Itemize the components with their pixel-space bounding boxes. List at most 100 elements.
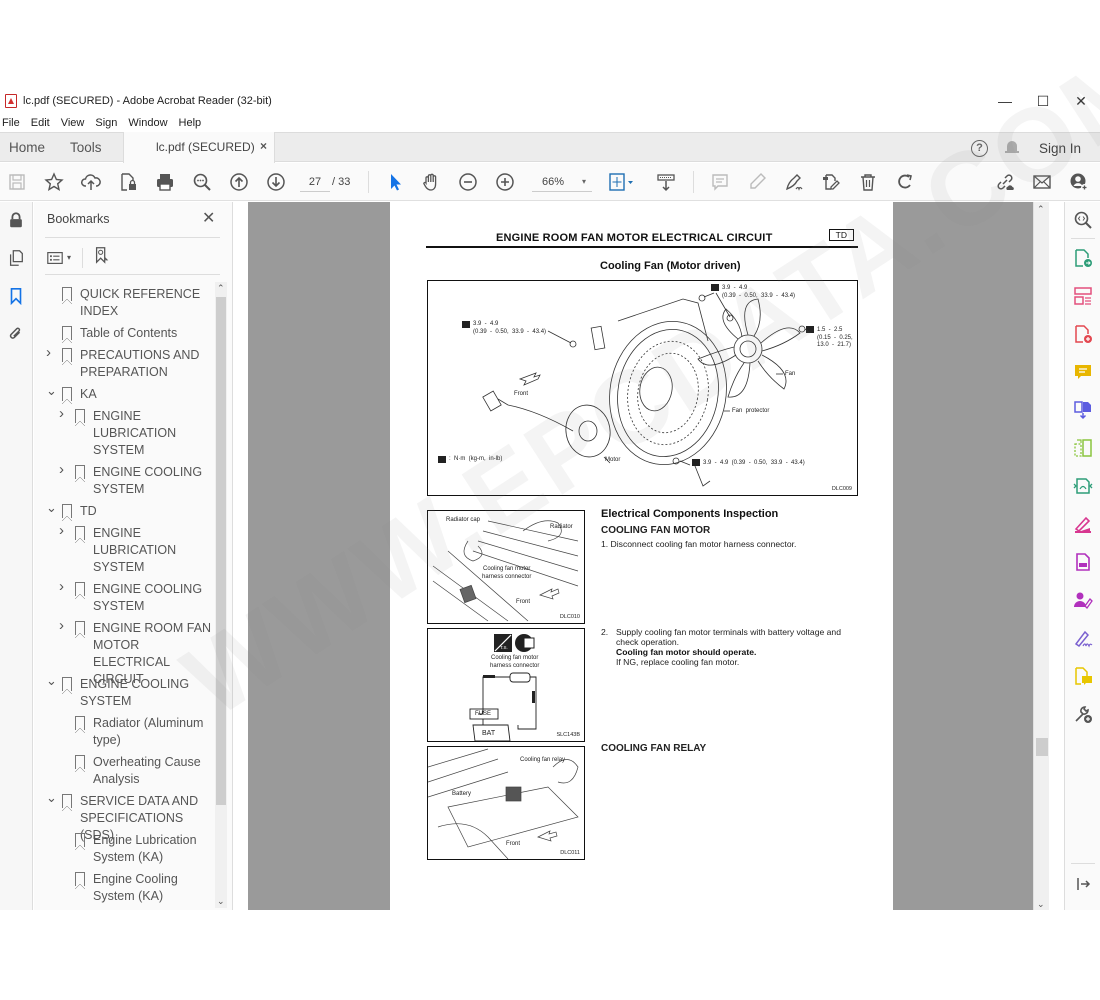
bookmark-item[interactable]: Overheating Cause Analysis bbox=[34, 754, 214, 788]
save-icon[interactable] bbox=[6, 171, 28, 193]
comment-tool-icon[interactable] bbox=[1073, 362, 1093, 382]
fit-page-icon[interactable] bbox=[607, 171, 637, 193]
scroll-down-icon[interactable]: ⌄ bbox=[1037, 899, 1045, 910]
pages-icon[interactable] bbox=[6, 248, 26, 268]
scroll-up-icon[interactable]: ⌃ bbox=[1037, 204, 1045, 215]
menu-sign[interactable]: Sign bbox=[93, 117, 122, 129]
chevron-right-icon[interactable]: › bbox=[59, 405, 69, 422]
document-scrollbar[interactable]: ⌃ ⌄ bbox=[1033, 202, 1049, 910]
certificates-icon[interactable] bbox=[1073, 628, 1093, 648]
bookmark-item[interactable]: ⌄ ENGINE COOLING SYSTEM bbox=[34, 673, 214, 710]
chevron-down-icon[interactable]: ⌄ bbox=[46, 382, 57, 399]
email-icon[interactable] bbox=[1031, 171, 1053, 193]
collapse-pane-icon[interactable] bbox=[1073, 874, 1093, 894]
zoom-in-icon[interactable] bbox=[494, 171, 516, 193]
lock-icon[interactable] bbox=[6, 210, 26, 230]
highlight-icon[interactable] bbox=[746, 171, 768, 193]
hand-icon[interactable] bbox=[420, 171, 442, 193]
combine-files-icon[interactable] bbox=[1073, 400, 1093, 420]
tab-home[interactable]: Home bbox=[9, 133, 45, 163]
delete-icon[interactable] bbox=[857, 171, 879, 193]
bookmark-star-icon[interactable] bbox=[43, 171, 65, 193]
edit-pdf-icon[interactable] bbox=[820, 171, 842, 193]
page-down-icon[interactable] bbox=[265, 171, 287, 193]
request-signature-icon[interactable] bbox=[1073, 590, 1093, 610]
add-user-icon[interactable] bbox=[1068, 171, 1090, 193]
bookmark-item[interactable]: › ENGINE ROOM FAN MOTOR ELECTRICAL CIRCUIT bbox=[34, 617, 214, 686]
chevron-right-icon[interactable]: › bbox=[46, 344, 56, 361]
page-number-input[interactable]: 27 bbox=[300, 172, 330, 192]
menu-help[interactable]: Help bbox=[177, 117, 207, 129]
scrollbar-thumb[interactable] bbox=[216, 297, 226, 805]
bookmark-item[interactable]: › ENGINE LUBRICATION SYSTEM bbox=[34, 405, 214, 459]
close-panel-icon[interactable]: ✕ bbox=[202, 208, 215, 228]
bookmark-item[interactable]: ⌄ SERVICE DATA AND SPECIFICATIONS (SDS) bbox=[34, 790, 214, 842]
send-comments-icon[interactable] bbox=[1073, 666, 1093, 686]
protect-file-icon[interactable] bbox=[117, 171, 139, 193]
bookmark-item[interactable]: › PRECAUTIONS AND PREPARATION bbox=[34, 344, 214, 381]
create-pdf-icon[interactable] bbox=[1073, 324, 1093, 344]
maximize-button[interactable]: ☐ bbox=[1024, 88, 1062, 114]
compress-icon[interactable] bbox=[1073, 438, 1093, 458]
print-icon[interactable] bbox=[154, 171, 176, 193]
bookmarks-icon[interactable] bbox=[6, 286, 26, 306]
minimize-button[interactable]: — bbox=[986, 88, 1024, 114]
bookmark-item[interactable]: › ENGINE COOLING SYSTEM bbox=[34, 461, 214, 498]
upload-cloud-icon[interactable] bbox=[80, 171, 102, 193]
chevron-right-icon[interactable]: › bbox=[59, 617, 69, 634]
document-viewport[interactable]: ENGINE ROOM FAN MOTOR ELECTRICAL CIRCUIT… bbox=[248, 202, 1033, 910]
menu-window[interactable]: Window bbox=[126, 117, 172, 129]
front-label: Front bbox=[516, 599, 531, 605]
bookmark-item[interactable]: QUICK REFERENCE INDEX bbox=[34, 286, 214, 320]
page-up-icon[interactable] bbox=[228, 171, 250, 193]
chevron-right-icon[interactable]: › bbox=[59, 522, 69, 539]
find-icon[interactable] bbox=[191, 171, 213, 193]
comment-icon[interactable] bbox=[709, 171, 731, 193]
notifications-bell-icon[interactable] bbox=[1004, 140, 1019, 156]
bookmark-item[interactable]: Radiator (Aluminum type) bbox=[34, 715, 214, 749]
scrollbar-thumb[interactable] bbox=[1036, 738, 1048, 756]
organize-pages-icon[interactable] bbox=[1073, 286, 1093, 306]
bookmark-item[interactable]: Engine Lubrication System (KA) bbox=[34, 832, 214, 866]
scroll-down-icon[interactable]: ⌄ bbox=[217, 896, 225, 907]
bookmark-item[interactable]: Table of Contents bbox=[34, 325, 214, 343]
sign-icon[interactable] bbox=[783, 171, 805, 193]
share-link-icon[interactable] bbox=[994, 171, 1016, 193]
tab-tools[interactable]: Tools bbox=[70, 133, 102, 163]
chevron-right-icon[interactable]: › bbox=[59, 578, 69, 595]
menu-file[interactable]: File bbox=[0, 117, 25, 129]
bookmark-item[interactable]: › ENGINE COOLING SYSTEM bbox=[34, 578, 214, 615]
scan-ocr-icon[interactable] bbox=[1073, 476, 1093, 496]
bookmark-icon bbox=[74, 621, 85, 638]
scroll-mode-icon[interactable] bbox=[655, 171, 677, 193]
menu-edit[interactable]: Edit bbox=[29, 117, 55, 129]
bookmarks-scrollbar[interactable]: ⌃ ⌄ bbox=[215, 282, 227, 908]
chevron-down-icon[interactable]: ⌄ bbox=[46, 499, 57, 516]
bookmark-item[interactable]: Engine Cooling System (KA) bbox=[34, 871, 214, 905]
bookmark-search-button[interactable] bbox=[93, 246, 111, 269]
chevron-down-icon[interactable]: ⌄ bbox=[46, 672, 57, 689]
bookmark-options-button[interactable]: ▾ bbox=[46, 249, 71, 267]
fill-sign-icon[interactable] bbox=[1073, 514, 1093, 534]
chevron-down-icon[interactable]: ⌄ bbox=[46, 789, 57, 806]
menu-view[interactable]: View bbox=[59, 117, 90, 129]
bookmark-item[interactable]: ⌄ TD bbox=[34, 500, 214, 521]
close-tab-icon[interactable]: × bbox=[260, 139, 267, 153]
bookmark-item[interactable]: ⌄ KA bbox=[34, 383, 214, 404]
zoom-out-icon[interactable] bbox=[457, 171, 479, 193]
enhance-scan-icon[interactable] bbox=[1073, 210, 1093, 230]
zoom-level-dropdown[interactable]: 66% ▾ bbox=[532, 172, 592, 192]
bookmark-item[interactable]: › ENGINE LUBRICATION SYSTEM bbox=[34, 522, 214, 576]
prepare-form-icon[interactable] bbox=[1073, 552, 1093, 572]
tab-document[interactable]: lc.pdf (SECURED) × bbox=[123, 132, 275, 163]
scroll-up-icon[interactable]: ⌃ bbox=[217, 283, 225, 294]
chevron-right-icon[interactable]: › bbox=[59, 461, 69, 478]
select-cursor-icon[interactable] bbox=[384, 171, 406, 193]
export-pdf-icon[interactable] bbox=[1073, 248, 1093, 268]
help-icon[interactable]: ? bbox=[970, 139, 988, 157]
attachment-icon[interactable] bbox=[6, 324, 26, 344]
rotate-icon[interactable] bbox=[894, 171, 916, 193]
close-window-button[interactable]: ✕ bbox=[1062, 88, 1100, 114]
more-tools-icon[interactable] bbox=[1073, 704, 1093, 724]
sign-in-button[interactable]: Sign In bbox=[1039, 141, 1081, 156]
